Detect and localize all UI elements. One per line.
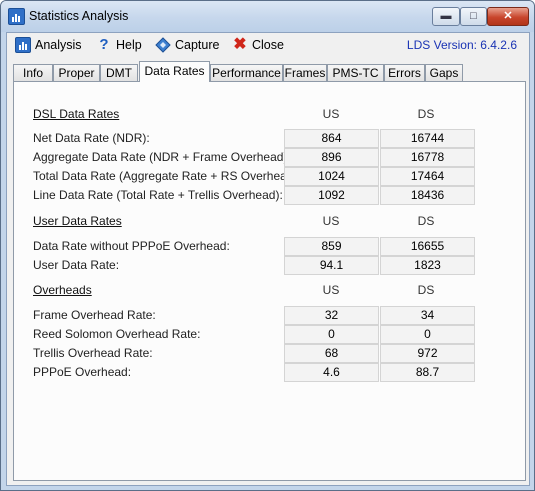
table-row: Frame Overhead Rate: 32 34 [14, 306, 525, 325]
capture-button[interactable]: Capture [155, 36, 219, 54]
us-value: 896 [284, 148, 379, 167]
section-title: User Data Rates [33, 214, 122, 228]
tab-pms-tc[interactable]: PMS-TC [327, 64, 384, 81]
section-header-overheads: Overheads US DS [14, 281, 525, 300]
row-label: PPPoE Overhead: [33, 365, 132, 379]
question-mark-icon: ? [99, 36, 109, 53]
ds-column-header: DS [417, 107, 435, 121]
ds-column-header: DS [417, 214, 435, 228]
tab-dmt[interactable]: DMT [100, 64, 138, 81]
bar-chart-icon [8, 8, 25, 25]
help-label: Help [116, 38, 142, 52]
row-label: Reed Solomon Overhead Rate: [33, 327, 201, 341]
maximize-button[interactable]: □ [460, 7, 487, 26]
us-column-header: US [322, 283, 340, 297]
table-row: PPPoE Overhead: 4.6 88.7 [14, 363, 525, 382]
minimize-button[interactable]: ▬ [432, 7, 460, 26]
minimize-icon: ▬ [440, 10, 452, 22]
row-label: Data Rate without PPPoE Overhead: [33, 239, 230, 253]
table-row: Net Data Rate (NDR): 864 16744 [14, 129, 525, 148]
row-label: Net Data Rate (NDR): [33, 131, 150, 145]
table-row: Line Data Rate (Total Rate + Trellis Ove… [14, 186, 525, 205]
close-window-button[interactable]: ✕ [487, 7, 529, 26]
bar-chart-icon [15, 37, 31, 53]
row-label: User Data Rate: [33, 258, 120, 272]
us-value: 32 [284, 306, 379, 325]
client-area: Analysis ? Help Capture ✖ Close LDS Vers… [6, 32, 530, 486]
us-value: 4.6 [284, 363, 379, 382]
us-value: 94.1 [284, 256, 379, 275]
tab-errors[interactable]: Errors [384, 64, 425, 81]
tab-gaps[interactable]: Gaps [425, 64, 463, 81]
title-bar[interactable]: Statistics Analysis ▬ □ ✕ [1, 1, 534, 32]
ds-value: 16744 [380, 129, 475, 148]
ds-value: 972 [380, 344, 475, 363]
us-value: 859 [284, 237, 379, 256]
section-header-user: User Data Rates US DS [14, 212, 525, 231]
table-row: Trellis Overhead Rate: 68 972 [14, 344, 525, 363]
table-row: Data Rate without PPPoE Overhead: 859 16… [14, 237, 525, 256]
row-label: Trellis Overhead Rate: [33, 346, 153, 360]
version-label: LDS Version: 6.4.2.6 [406, 38, 517, 52]
ds-value: 16778 [380, 148, 475, 167]
us-value: 1024 [284, 167, 379, 186]
row-label: Total Data Rate (Aggregate Rate + RS Ove… [33, 169, 301, 183]
row-label: Aggregate Data Rate (NDR + Frame Overhea… [33, 150, 291, 164]
us-value: 1092 [284, 186, 379, 205]
us-column-header: US [322, 107, 340, 121]
ds-value: 16655 [380, 237, 475, 256]
maximize-icon: □ [470, 10, 477, 22]
tab-performance[interactable]: Performance [210, 64, 283, 81]
tab-strip: Info Proper DMT Data Rates Performance F… [7, 61, 529, 82]
section-header-dsl: DSL Data Rates US DS [14, 105, 525, 124]
table-row: Total Data Rate (Aggregate Rate + RS Ove… [14, 167, 525, 186]
table-row: User Data Rate: 94.1 1823 [14, 256, 525, 275]
help-button[interactable]: ? Help [96, 36, 142, 54]
close-icon: ✕ [503, 10, 513, 22]
ds-value: 18436 [380, 186, 475, 205]
row-label: Line Data Rate (Total Rate + Trellis Ove… [33, 188, 283, 202]
ds-value: 17464 [380, 167, 475, 186]
analysis-button[interactable]: Analysis [15, 36, 82, 54]
section-title: DSL Data Rates [33, 107, 120, 121]
us-value: 0 [284, 325, 379, 344]
red-x-icon: ✖ [233, 36, 247, 53]
ds-value: 1823 [380, 256, 475, 275]
tab-frames[interactable]: Frames [283, 64, 327, 81]
toolbar: Analysis ? Help Capture ✖ Close LDS Vers… [7, 33, 529, 57]
ds-value: 88.7 [380, 363, 475, 382]
window-title: Statistics Analysis [29, 9, 129, 23]
diamond-capture-icon [155, 37, 171, 53]
statistics-window: Statistics Analysis ▬ □ ✕ Analysis ? Hel… [0, 0, 535, 491]
ds-value: 0 [380, 325, 475, 344]
capture-label: Capture [175, 38, 220, 52]
us-value: 68 [284, 344, 379, 363]
table-row: Aggregate Data Rate (NDR + Frame Overhea… [14, 148, 525, 167]
tab-info[interactable]: Info [13, 64, 53, 81]
ds-column-header: DS [417, 283, 435, 297]
ds-value: 34 [380, 306, 475, 325]
us-value: 864 [284, 129, 379, 148]
tab-proper[interactable]: Proper [53, 64, 100, 81]
us-column-header: US [322, 214, 340, 228]
close-label: Close [252, 38, 284, 52]
table-row: Reed Solomon Overhead Rate: 0 0 [14, 325, 525, 344]
analysis-label: Analysis [35, 38, 82, 52]
section-title: Overheads [33, 283, 92, 297]
data-rates-panel: DSL Data Rates US DS Net Data Rate (NDR)… [13, 81, 526, 481]
tab-data-rates[interactable]: Data Rates [139, 61, 210, 82]
row-label: Frame Overhead Rate: [33, 308, 156, 322]
close-button[interactable]: ✖ Close [232, 36, 284, 54]
